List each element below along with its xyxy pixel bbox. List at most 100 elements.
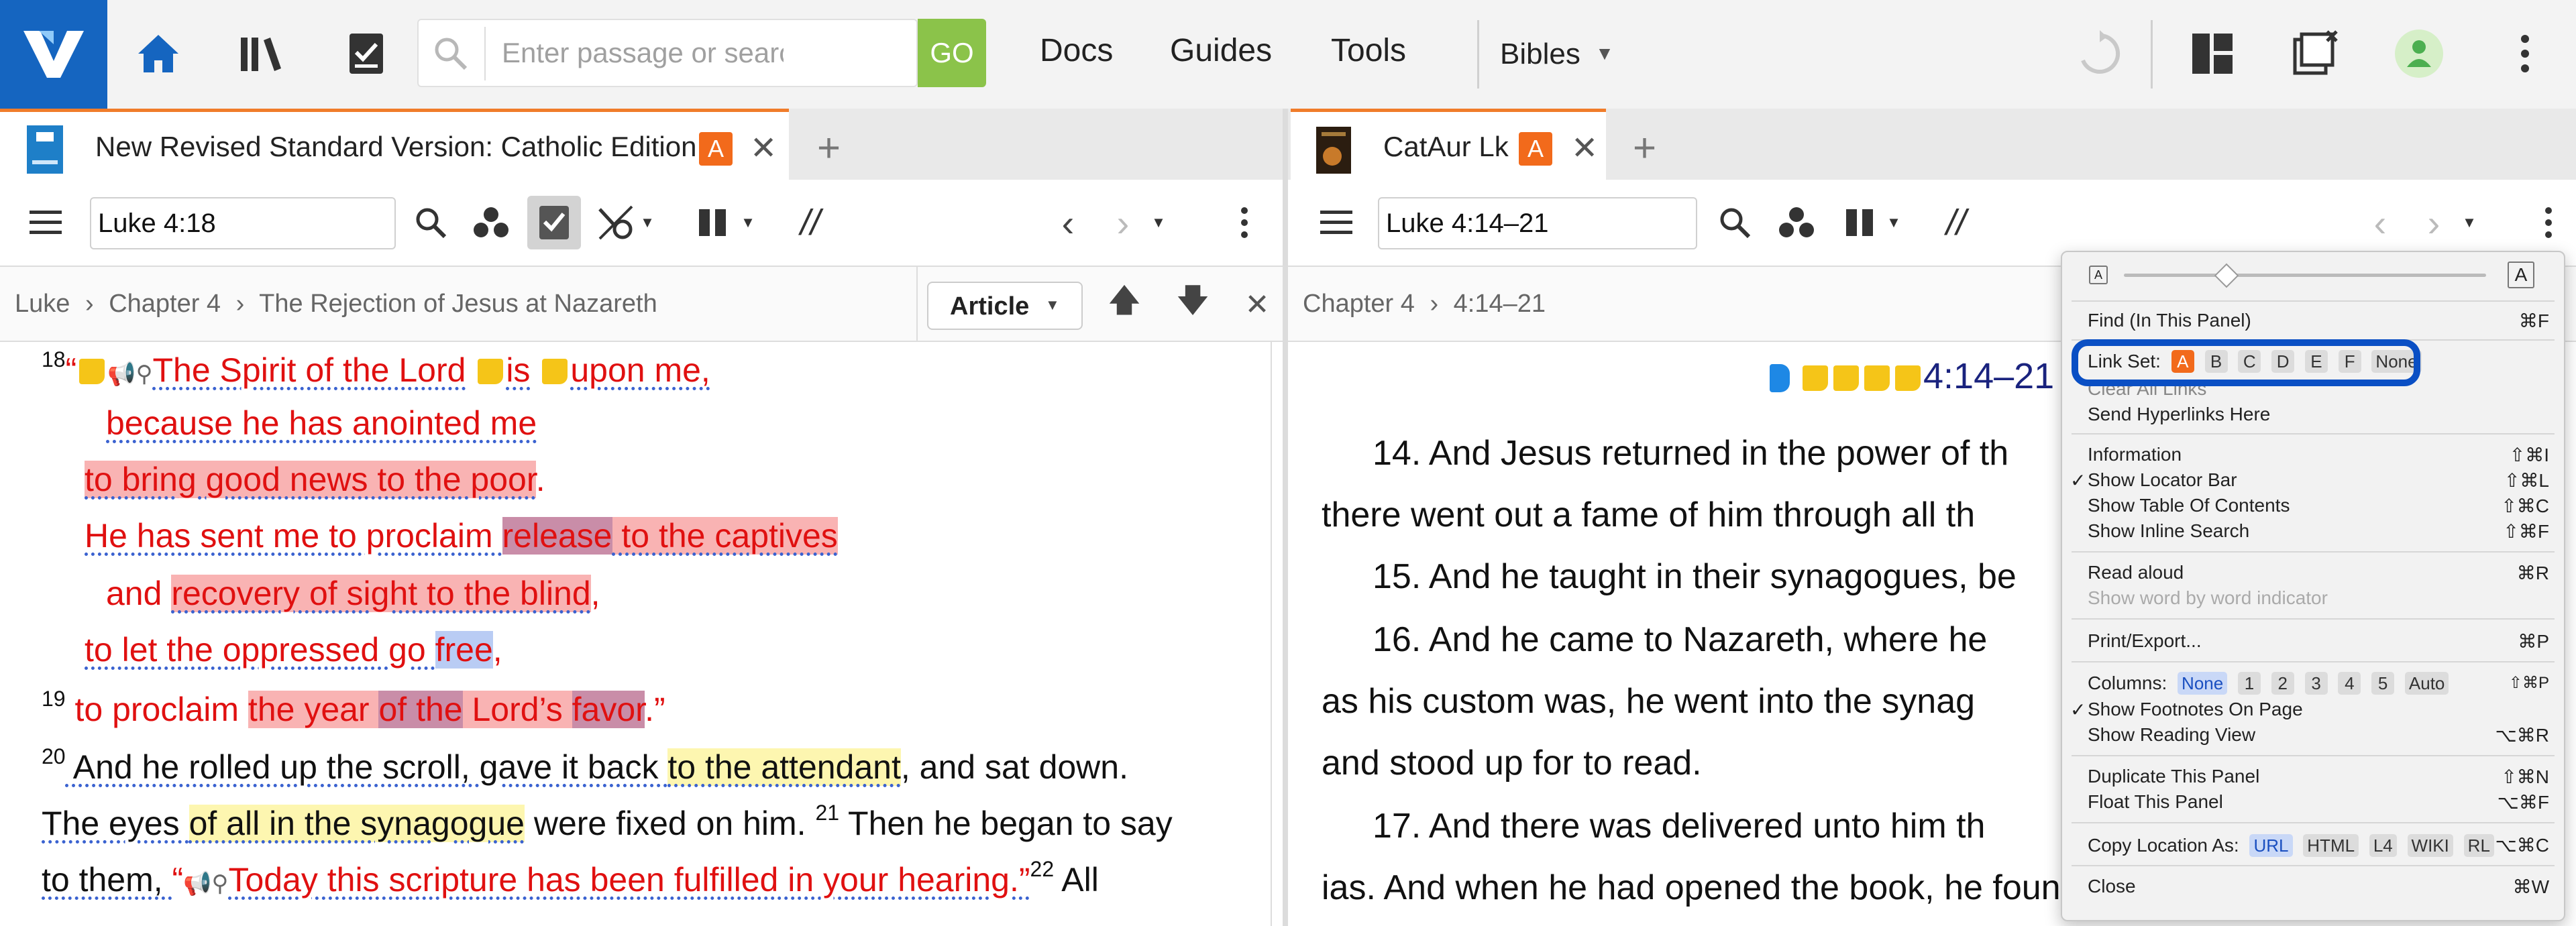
checklist-icon[interactable] [339,27,393,80]
tab-nrsvce[interactable]: New Revised Standard Version: Catholic E… [0,109,789,180]
previous-article-icon[interactable]: 🡅 [1103,283,1146,326]
person-icon[interactable]: ⚲ [136,361,153,387]
interlinear-toggle-icon[interactable] [527,196,581,249]
person-icon[interactable]: ⚲ [212,871,229,896]
copy-format-l4[interactable]: L4 [2369,834,2397,857]
nav-guides[interactable]: Guides [1170,32,1272,69]
caret-down-icon[interactable]: ▼ [2459,201,2479,244]
parallel-columns-icon[interactable] [1838,201,1881,244]
next-article-icon[interactable]: 🡇 [1171,283,1214,326]
bibles-menu[interactable]: Bibles ▼ [1500,38,1614,71]
more-vertical-icon[interactable] [2538,201,2559,244]
nav-docs[interactable]: Docs [1040,32,1113,69]
copy-format-wiki[interactable]: WIKI [2407,834,2453,857]
panel-menu-icon[interactable] [1315,201,1358,244]
reference-input[interactable] [1378,197,1697,249]
columns-2[interactable]: 2 [2271,672,2294,695]
menu-print-export[interactable]: Print/Export... [2088,630,2202,652]
forward-icon[interactable]: › [2412,201,2455,244]
columns-1[interactable]: 1 [2237,672,2261,695]
caret-down-icon[interactable]: ▼ [738,201,758,244]
menu-locator-bar[interactable]: ✓ Show Locator Bar [2070,469,2237,491]
scrollbar[interactable] [1271,342,1280,926]
back-icon[interactable]: ‹ [2359,201,2402,244]
parallel-resources-icon[interactable]: // [1935,201,1978,244]
note-icon[interactable] [79,359,105,384]
verse-number[interactable]: 18 [42,347,66,371]
logos-logo[interactable] [0,0,107,109]
menu-inline-search[interactable]: Show Inline Search [2088,520,2249,542]
columns-none[interactable]: None [2178,672,2228,695]
verse-number[interactable]: 19 [42,687,66,711]
menu-reading-view[interactable]: Show Reading View [2088,724,2255,746]
copy-format-url[interactable]: URL [2249,834,2293,857]
link-marker-icon[interactable] [1770,364,1790,392]
note-icon[interactable] [478,359,504,384]
menu-information[interactable]: Information [2088,444,2182,465]
panel-menu-icon[interactable] [24,201,67,244]
columns-auto[interactable]: Auto [2404,672,2449,695]
breadcrumb-section[interactable]: The Rejection of Jesus at Nazareth [259,290,657,318]
user-avatar-icon[interactable] [2392,27,2446,80]
nav-tools[interactable]: Tools [1331,32,1406,69]
add-tab-icon[interactable]: + [817,125,841,171]
parallel-columns-icon[interactable] [691,201,734,244]
font-size-slider[interactable] [2124,274,2486,277]
copy-format-html[interactable]: HTML [2303,834,2359,857]
tab-close-icon[interactable]: ✕ [750,129,777,167]
note-icon[interactable] [1864,365,1890,391]
forward-icon[interactable]: › [1102,201,1144,244]
verse-number[interactable]: 20 [42,744,66,768]
back-icon[interactable]: ‹ [1046,201,1089,244]
menu-float-panel[interactable]: Float This Panel [2088,791,2223,813]
verse-number[interactable]: 22 [1030,857,1055,881]
layout-icon[interactable] [2186,27,2239,80]
sync-icon[interactable] [2073,27,2127,80]
search-icon[interactable] [1713,201,1756,244]
visual-filter-icon[interactable] [470,201,513,244]
search-icon[interactable] [409,201,452,244]
tab-close-icon[interactable]: ✕ [1571,129,1598,167]
columns-3[interactable]: 3 [2304,672,2328,695]
columns-4[interactable]: 4 [2338,672,2361,695]
note-icon[interactable] [1803,365,1829,391]
breadcrumb-section[interactable]: 4:14–21 [1454,290,1546,318]
library-icon[interactable] [235,27,288,80]
home-icon[interactable] [131,27,185,80]
tab-cataur[interactable]: CatAur Lk A ✕ [1291,109,1606,180]
reference-input[interactable] [90,197,396,249]
search-input[interactable] [502,32,784,74]
breadcrumb-chapter[interactable]: Chapter 4 [109,290,221,318]
go-button[interactable]: GO [918,19,986,87]
add-tab-icon[interactable]: + [1633,125,1656,171]
reading-plan-off-icon[interactable] [594,201,637,244]
visual-filter-icon[interactable] [1775,201,1818,244]
close-locator-icon[interactable]: ✕ [1236,283,1279,326]
breadcrumb-chapter[interactable]: Chapter 4 [1303,290,1415,318]
more-vertical-icon[interactable] [2498,27,2552,80]
close-panels-icon[interactable] [2289,27,2343,80]
resource-badge[interactable]: A [699,132,733,166]
columns-5[interactable]: 5 [2371,672,2395,695]
menu-footnotes[interactable]: ✓ Show Footnotes On Page [2070,699,2303,720]
audio-icon[interactable]: 📢 [183,871,211,896]
menu-send-hyperlinks[interactable]: Send Hyperlinks Here [2088,404,2270,425]
note-icon[interactable] [1833,365,1860,391]
caret-down-icon[interactable]: ▼ [1884,201,1904,244]
panel-splitter[interactable] [1283,109,1288,926]
menu-duplicate-panel[interactable]: Duplicate This Panel [2088,766,2259,787]
menu-find[interactable]: Find (In This Panel) [2088,310,2251,331]
menu-read-aloud[interactable]: Read aloud [2088,562,2184,583]
menu-close[interactable]: Close [2088,876,2136,897]
resource-badge[interactable]: A [1519,132,1552,166]
caret-down-icon[interactable]: ▼ [1148,201,1169,244]
menu-table-of-contents[interactable]: Show Table Of Contents [2088,495,2290,516]
note-icon[interactable] [542,359,568,384]
search-box[interactable] [417,19,918,87]
caret-down-icon[interactable]: ▼ [637,201,657,244]
copy-format-rl[interactable]: RL [2463,834,2494,857]
verse-number[interactable]: 21 [815,801,839,825]
note-icon[interactable] [1895,365,1921,391]
font-size-slider-handle[interactable] [2214,263,2239,288]
more-vertical-icon[interactable] [1234,201,1254,244]
